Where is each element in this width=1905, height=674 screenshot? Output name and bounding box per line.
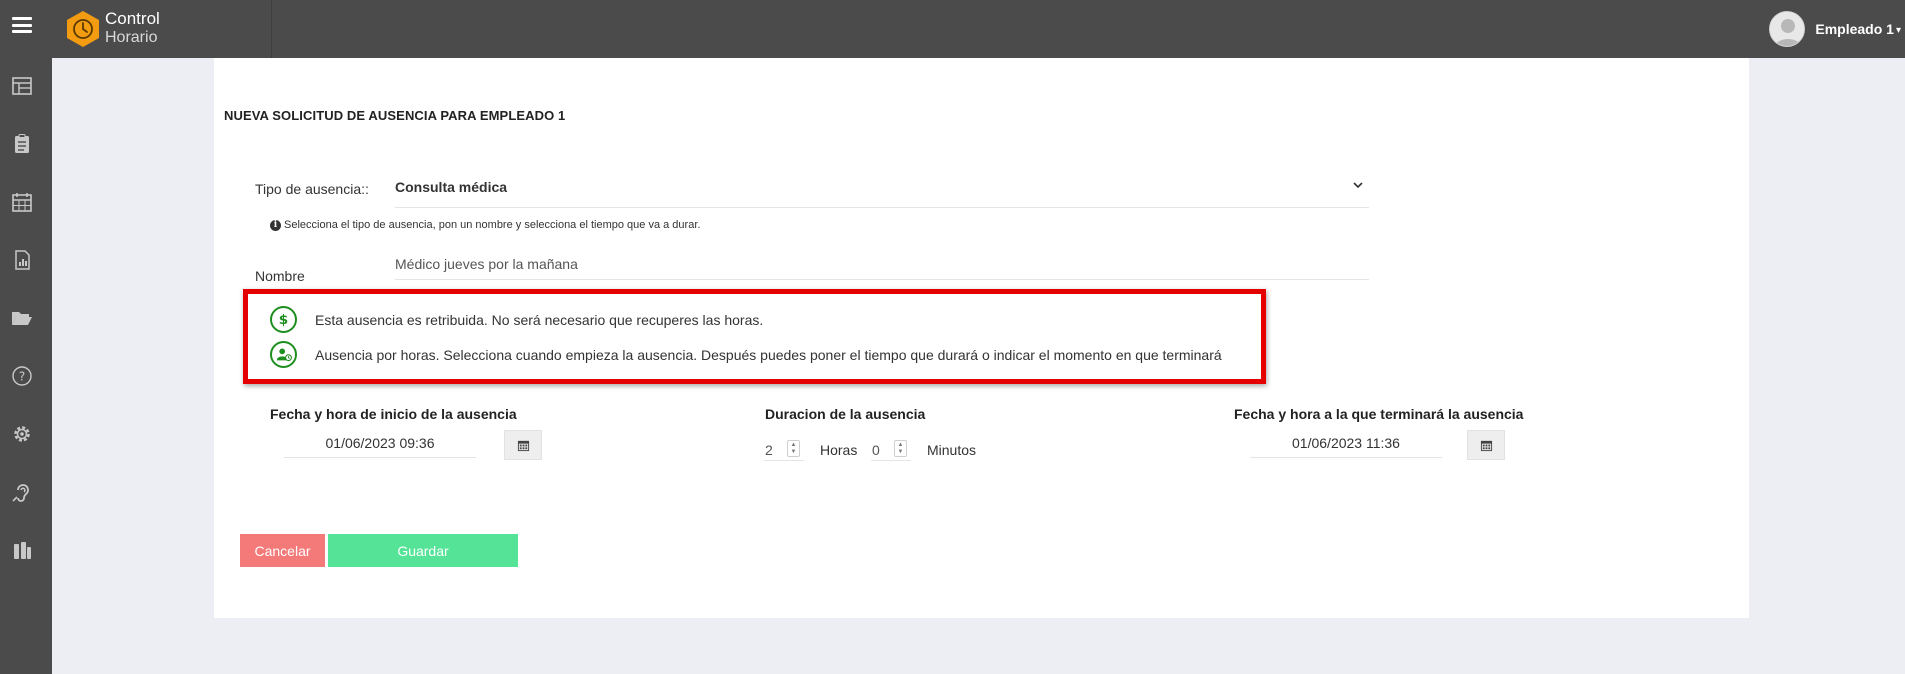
hearing-icon[interactable] (10, 480, 34, 504)
absence-type-label: Tipo de ausencia:: (255, 181, 369, 197)
hamburger-menu-icon[interactable] (12, 17, 32, 33)
hours-info-text: Ausencia por horas. Selecciona cuando em… (315, 346, 1222, 363)
calendar-icon (517, 440, 529, 451)
hours-info-row: Ausencia por horas. Selecciona cuando em… (270, 341, 1222, 368)
folder-open-icon[interactable] (10, 306, 34, 330)
paid-info-text: Esta ausencia es retribuida. No será nec… (315, 311, 764, 328)
clipboard-icon[interactable] (10, 132, 34, 156)
end-calendar-button[interactable] (1467, 430, 1505, 460)
gear-icon[interactable] (10, 422, 34, 446)
brand-subtitle: Horario (105, 29, 158, 46)
cancel-button[interactable]: Cancelar (240, 534, 325, 567)
absence-type-select[interactable]: Consulta médica (395, 170, 1369, 208)
hours-unit: Horas (820, 442, 858, 458)
help-icon[interactable]: ? (10, 364, 34, 388)
info-icon: i (270, 219, 281, 231)
name-input[interactable] (395, 248, 1369, 280)
duration-label: Duracion de la ausencia (765, 406, 926, 422)
user-clock-icon (270, 341, 297, 368)
dashboard-icon[interactable] (10, 74, 34, 98)
tools-icon[interactable] (10, 538, 34, 562)
calendar-icon (1480, 440, 1492, 451)
svg-text:$: $ (279, 312, 288, 328)
brand-name: Control (105, 9, 160, 28)
save-button[interactable]: Guardar (328, 534, 518, 567)
hint-text: i Selecciona el tipo de ausencia, pon un… (270, 219, 700, 231)
top-bar: Control Horario Empleado 1 ▾ (0, 0, 1905, 58)
calendar-icon[interactable] (10, 190, 34, 214)
report-icon[interactable] (10, 248, 34, 272)
caret-down-icon: ▾ (1895, 24, 1901, 36)
name-label: Nombre (255, 268, 305, 284)
absence-type-value: Consulta médica (395, 179, 508, 195)
svg-text:?: ? (19, 370, 25, 384)
chevron-down-icon (1353, 182, 1363, 189)
start-date-label: Fecha y hora de inicio de la ausencia (270, 406, 517, 422)
hours-stepper[interactable]: ▲ ▼ (787, 440, 800, 457)
end-date-label: Fecha y hora a la que terminará la ausen… (1234, 406, 1524, 422)
absence-request-form: NUEVA SOLICITUD DE AUSENCIA PARA EMPLEAD… (214, 58, 1749, 618)
minutes-unit: Minutos (927, 442, 977, 458)
user-name: Empleado 1 (1815, 21, 1894, 37)
absence-info-box: $ Esta ausencia es retribuida. No será n… (243, 289, 1266, 384)
page-title: NUEVA SOLICITUD DE AUSENCIA PARA EMPLEAD… (224, 108, 566, 123)
paid-info-row: $ Esta ausencia es retribuida. No será n… (270, 306, 763, 333)
end-date-input[interactable] (1250, 428, 1442, 458)
clock-logo-icon (67, 11, 99, 47)
start-calendar-button[interactable] (504, 430, 542, 460)
avatar (1769, 11, 1806, 47)
start-date-input[interactable] (284, 428, 476, 458)
minutes-stepper[interactable]: ▲ ▼ (894, 440, 907, 457)
brand[interactable]: Control Horario (52, 0, 272, 58)
user-menu[interactable]: Empleado 1 ▾ (1769, 10, 1901, 48)
sidebar: ? (0, 58, 52, 674)
dollar-icon: $ (270, 306, 297, 333)
